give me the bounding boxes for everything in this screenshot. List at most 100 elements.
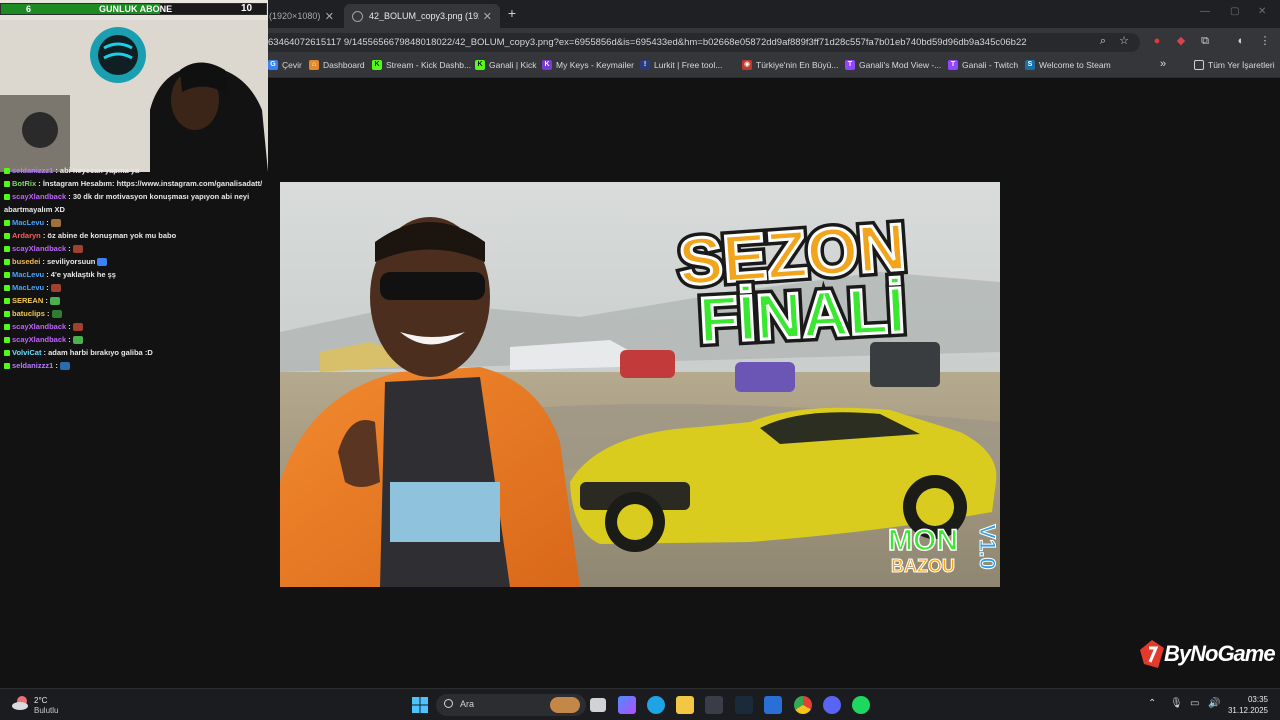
game-version: V1.0 [975, 524, 1000, 569]
chat-overlay: seldanizzz1 : abi heyecan yapma ya BotRix… [4, 164, 266, 372]
chat-username[interactable]: seldanizzz1 [12, 361, 53, 370]
bookmark-item[interactable]: K Ganali | Kick [475, 60, 537, 70]
edge-icon[interactable] [647, 696, 665, 714]
tab-42-bolum[interactable]: 42_BOLUM_copy3.png (1920×1080) ✕ [344, 4, 500, 28]
sub-goal-label: GUNLUK ABONE [99, 4, 173, 14]
chat-text: : [44, 283, 49, 292]
dashboard-icon: ⌂ [309, 60, 319, 70]
bookmark-item[interactable]: K Stream - Kick Dashb... [372, 60, 471, 70]
all-bookmarks-label: Tüm Yer İşaretleri [1208, 60, 1275, 70]
bookmark-label: My Keys - Keymailer [556, 60, 634, 70]
chat-message: seldanizzz1 : abi heyecan yapma ya [4, 164, 266, 177]
chat-username[interactable]: BotRix [12, 179, 36, 188]
zoom-icon[interactable]: ⌕ [1096, 34, 1110, 48]
chat-text: : [43, 296, 48, 305]
clock-date: 31.12.2025 [1227, 706, 1268, 715]
chat-username[interactable]: busedei [12, 257, 40, 266]
chat-username[interactable]: Ardaryn [12, 231, 41, 240]
url-field[interactable]: 63464072615117 9/1455656679848018022/42_… [262, 33, 1140, 52]
kick-badge-icon [4, 324, 10, 331]
webcam-overlay [0, 0, 268, 172]
chat-username[interactable]: SEREAN [12, 296, 43, 305]
close-icon[interactable]: ✕ [325, 10, 334, 23]
bookmark-star-icon[interactable]: ☆ [1117, 34, 1131, 48]
bookmark-label: Lurkit | Free tool... [654, 60, 723, 70]
chat-username[interactable]: scayXlandback [12, 192, 66, 201]
taskbar-search[interactable]: Ara [436, 694, 586, 716]
chat-message: MacLevu : 4'e yaklaştık he şş [4, 268, 266, 281]
spotify-icon[interactable] [852, 696, 870, 714]
chat-username[interactable]: MacLevu [12, 283, 44, 292]
bookmarks-overflow-button[interactable]: » [1160, 58, 1166, 70]
chat-message: scayXlandback : [4, 333, 266, 346]
bookmark-item[interactable]: ⌂ Dashboard [309, 60, 365, 70]
bookmark-item[interactable]: K My Keys - Keymailer [542, 60, 634, 70]
steam-icon[interactable] [735, 696, 753, 714]
bookmark-label: Ganali's Mod View -... [859, 60, 942, 70]
weather-widget[interactable]: 2°C Bulutlu [12, 695, 58, 716]
bookmark-item[interactable]: T Ganali - Twitch [948, 60, 1018, 70]
chat-username[interactable]: batuclips [12, 309, 45, 318]
menu-kebab-icon[interactable]: ⋮ [1258, 34, 1272, 48]
cloud-icon [12, 696, 28, 710]
bynogame-icon [1140, 640, 1164, 668]
displayed-image: SEZON SEZON FİNALİ FİNALİ MON BAZOU V1.0 [280, 182, 1000, 587]
extension-icon[interactable]: ● [1150, 34, 1164, 48]
emote-icon [59, 362, 70, 371]
store-icon[interactable] [705, 696, 723, 714]
network-icon[interactable]: ▭ [1190, 698, 1199, 709]
system-clock[interactable]: 03:35 31.12.2025 [1228, 694, 1268, 716]
extension-icon[interactable]: ◆ [1174, 34, 1188, 48]
clock-time: 03:35 [1247, 695, 1268, 704]
site-icon: ◉ [742, 60, 752, 70]
keymailer-icon: K [542, 60, 552, 70]
kick-badge-icon [4, 233, 10, 240]
microphone-icon[interactable]: 🎙 [1170, 698, 1183, 709]
bookmark-item[interactable]: ! Lurkit | Free tool... [640, 60, 722, 70]
bookmark-label: Ganali | Kick [489, 60, 537, 70]
chat-username[interactable]: MacLevu [12, 218, 44, 227]
file-explorer-icon[interactable] [676, 696, 694, 714]
new-tab-button[interactable]: + [504, 5, 520, 21]
chat-username[interactable]: VolviCat [12, 348, 41, 357]
all-bookmarks-button[interactable]: Tüm Yer İşaretleri [1194, 60, 1275, 70]
close-icon[interactable]: ✕ [483, 10, 492, 23]
extensions-puzzle-icon[interactable]: ⧉ [1198, 34, 1212, 48]
sub-goal-bar: 6 GUNLUK ABONE 10 [0, 3, 267, 15]
translate-icon: G [268, 60, 278, 70]
profile-avatar-icon[interactable]: ◐ [1234, 34, 1248, 48]
bookmark-item[interactable]: ◉ Türkiye'nin En Büyü... [742, 60, 838, 70]
chat-message: MacLevu : [4, 216, 266, 229]
mail-icon[interactable] [764, 696, 782, 714]
start-button[interactable] [411, 696, 429, 714]
minimize-icon[interactable]: — [1200, 6, 1210, 17]
maximize-icon[interactable]: ▢ [1230, 6, 1239, 17]
emote-icon [49, 297, 60, 306]
kick-badge-icon [4, 246, 10, 253]
steam-icon: S [1025, 60, 1035, 70]
window-close-icon[interactable]: ✕ [1258, 6, 1266, 17]
discord-icon[interactable] [823, 696, 841, 714]
kick-badge-icon [4, 311, 10, 318]
chat-username[interactable]: scayXlandback [12, 244, 66, 253]
chat-username[interactable]: scayXlandback [12, 335, 66, 344]
bookmark-item[interactable]: G Çevir [268, 60, 302, 70]
chat-username[interactable]: seldanizzz1 [12, 166, 53, 175]
chrome-icon[interactable] [794, 696, 812, 714]
bookmark-label: Çevir [282, 60, 302, 70]
emote-icon [97, 258, 108, 267]
copilot-icon[interactable] [618, 696, 636, 714]
task-view-icon[interactable] [590, 698, 606, 712]
bookmark-item[interactable]: S Welcome to Steam [1025, 60, 1111, 70]
bookmark-label: Stream - Kick Dashb... [386, 60, 472, 70]
chat-username[interactable]: MacLevu [12, 270, 44, 279]
chat-username[interactable]: scayXlandback [12, 322, 66, 331]
chat-message: MacLevu : [4, 281, 266, 294]
weather-condition: Bulutlu [34, 706, 59, 715]
chat-text: : [44, 218, 49, 227]
volume-icon[interactable]: 🔊 [1208, 698, 1220, 709]
sub-goal-target: 10 [241, 3, 253, 14]
chevron-up-icon[interactable]: ⌃ [1148, 698, 1156, 709]
bynogame-logo: ByNoGame [1140, 640, 1276, 668]
bookmark-item[interactable]: T Ganali's Mod View -... [845, 60, 941, 70]
